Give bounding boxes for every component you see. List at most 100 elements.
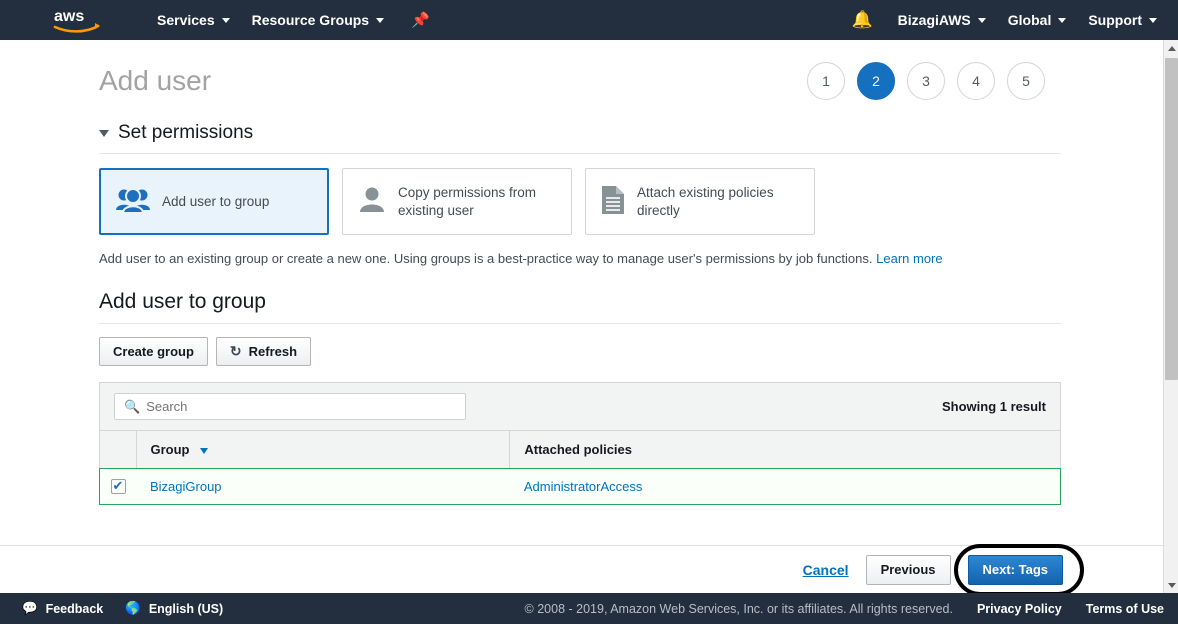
cancel-button[interactable]: Cancel: [803, 562, 849, 578]
column-header-group[interactable]: Group: [136, 430, 511, 469]
permissions-helper-text: Add user to an existing group or create …: [99, 251, 1061, 266]
refresh-button[interactable]: ↻ Refresh: [215, 337, 312, 366]
document-icon: [600, 185, 626, 218]
row-checkbox[interactable]: [110, 478, 126, 495]
nav-item-support-label: Support: [1088, 12, 1142, 28]
bottom-bar-right: © 2008 - 2019, Amazon Web Services, Inc.…: [525, 602, 1164, 616]
chevron-down-icon: [1058, 17, 1067, 23]
aws-logo-icon: aws: [53, 8, 100, 33]
card-add-user-to-group[interactable]: Add user to group: [99, 168, 329, 235]
groups-table-panel: 🔍 Showing 1 result Group Attached polici…: [99, 382, 1061, 505]
select-all-header[interactable]: [100, 430, 137, 469]
helper-text: Add user to an existing group or create …: [99, 251, 873, 266]
svg-text:aws: aws: [54, 8, 84, 25]
card-copy-permissions[interactable]: Copy permissions from existing user: [342, 168, 572, 235]
next-tags-button[interactable]: Next: Tags: [967, 554, 1063, 585]
add-user-to-group-heading: Add user to group: [99, 290, 1061, 324]
triangle-down-icon: [1167, 582, 1176, 588]
next-tags-label: Next: Tags: [982, 562, 1049, 577]
privacy-policy-link[interactable]: Privacy Policy: [977, 602, 1062, 616]
collapse-triangle-icon[interactable]: [99, 129, 109, 137]
chevron-down-icon: [221, 17, 230, 23]
search-icon: 🔍: [124, 398, 141, 414]
page-header: Add user 1 2 3 4 5: [0, 40, 1163, 100]
row-checkbox-cell[interactable]: [100, 469, 136, 504]
sort-descending-icon: [200, 447, 209, 454]
nav-item-account-label: BizagiAWS: [897, 12, 971, 28]
nav-item-region[interactable]: Global: [997, 0, 1078, 40]
row-group-name[interactable]: BizagiGroup: [150, 479, 222, 494]
nav-item-resource-groups[interactable]: Resource Groups: [241, 0, 395, 40]
vertical-scrollbar[interactable]: [1163, 40, 1178, 593]
row-policies-cell[interactable]: AdministratorAccess: [510, 469, 1060, 504]
step-1[interactable]: 1: [807, 62, 845, 100]
row-policy-name[interactable]: AdministratorAccess: [524, 479, 642, 494]
bell-icon[interactable]: 🔔: [837, 10, 886, 30]
column-header-group-label: Group: [150, 442, 190, 457]
feedback-button[interactable]: 💬 Feedback: [22, 601, 103, 616]
learn-more-link[interactable]: Learn more: [876, 251, 942, 266]
row-group-cell[interactable]: BizagiGroup: [136, 469, 510, 504]
main-content: Add user 1 2 3 4 5 Set permissions Add u…: [0, 40, 1163, 585]
triangle-up-icon: [1167, 45, 1176, 51]
bottom-bar: 💬 Feedback 🌎 English (US) © 2008 - 2019,…: [0, 593, 1178, 624]
result-count: Showing 1 result: [941, 399, 1046, 414]
refresh-label: Refresh: [248, 344, 298, 359]
card-add-user-to-group-label: Add user to group: [162, 193, 270, 209]
group-action-buttons: Create group ↻ Refresh: [99, 337, 1061, 366]
refresh-icon: ↻: [229, 343, 242, 359]
card-attach-policies-label: Attach existing policies directly: [637, 184, 774, 218]
nav-item-account[interactable]: BizagiAWS: [887, 0, 997, 40]
table-row[interactable]: BizagiGroup AdministratorAccess: [99, 467, 1061, 505]
copyright-text: © 2008 - 2019, Amazon Web Services, Inc.…: [524, 601, 953, 616]
nav-item-services-label: Services: [157, 12, 215, 28]
nav-left-group: Services Resource Groups 📌: [146, 0, 430, 40]
create-group-label: Create group: [113, 344, 194, 359]
card-copy-permissions-label: Copy permissions from existing user: [398, 184, 537, 218]
step-4[interactable]: 4: [957, 62, 995, 100]
chevron-down-icon: [1149, 17, 1157, 23]
terms-of-use-link[interactable]: Terms of Use: [1086, 602, 1164, 616]
step-3[interactable]: 3: [907, 62, 945, 100]
bottom-bar-left: 💬 Feedback 🌎 English (US): [22, 601, 223, 616]
column-header-attached-policies-label: Attached policies: [524, 442, 632, 457]
scrollbar-thumb[interactable]: [1165, 58, 1178, 380]
previous-button[interactable]: Previous: [865, 554, 951, 585]
search-input[interactable]: [146, 399, 456, 414]
aws-logo[interactable]: aws: [52, 6, 104, 34]
scroll-up-arrow-icon[interactable]: [1164, 40, 1178, 56]
speech-bubble-icon: 💬: [22, 601, 38, 615]
nav-right-group: 🔔 BizagiAWS Global Support: [837, 0, 1168, 40]
scroll-down-arrow-icon[interactable]: [1164, 577, 1178, 593]
groups-table-body: BizagiGroup AdministratorAccess: [99, 467, 1061, 505]
set-permissions-section: Set permissions Add user to group Copy p…: [99, 122, 1061, 505]
nav-item-services[interactable]: Services: [146, 0, 241, 40]
pin-icon[interactable]: 📌: [411, 11, 430, 29]
create-group-button[interactable]: Create group: [99, 337, 208, 366]
groups-table-head: Group Attached policies: [100, 430, 1060, 469]
set-permissions-header[interactable]: Set permissions: [99, 122, 1061, 154]
chevron-down-icon: [376, 17, 385, 23]
language-label: English (US): [148, 601, 224, 616]
nav-item-region-label: Global: [1007, 12, 1052, 28]
step-5[interactable]: 5: [1007, 62, 1045, 100]
set-permissions-title: Set permissions: [118, 122, 254, 143]
language-selector[interactable]: 🌎 English (US): [125, 601, 223, 616]
wizard-action-bar: Cancel Previous Next: Tags: [0, 543, 1163, 596]
groups-table-toolbar: 🔍 Showing 1 result: [100, 383, 1060, 430]
nav-item-support[interactable]: Support: [1077, 0, 1168, 40]
chevron-down-icon: [977, 17, 986, 23]
step-indicator: 1 2 3 4 5: [807, 62, 1045, 100]
column-header-attached-policies[interactable]: Attached policies: [509, 430, 1060, 469]
feedback-label: Feedback: [45, 601, 104, 616]
step-2[interactable]: 2: [857, 62, 895, 100]
nav-item-resource-groups-label: Resource Groups: [251, 12, 370, 28]
search-box[interactable]: 🔍: [114, 393, 466, 420]
user-icon: [357, 185, 387, 218]
next-button-wrapper: Next: Tags: [953, 543, 1084, 596]
previous-label: Previous: [880, 562, 936, 577]
group-users-icon: [115, 186, 151, 217]
card-attach-policies[interactable]: Attach existing policies directly: [585, 168, 815, 235]
page-title: Add user: [99, 65, 212, 96]
groups-table: Group Attached policies ✔ BizagiGroup Ad…: [99, 430, 1061, 505]
